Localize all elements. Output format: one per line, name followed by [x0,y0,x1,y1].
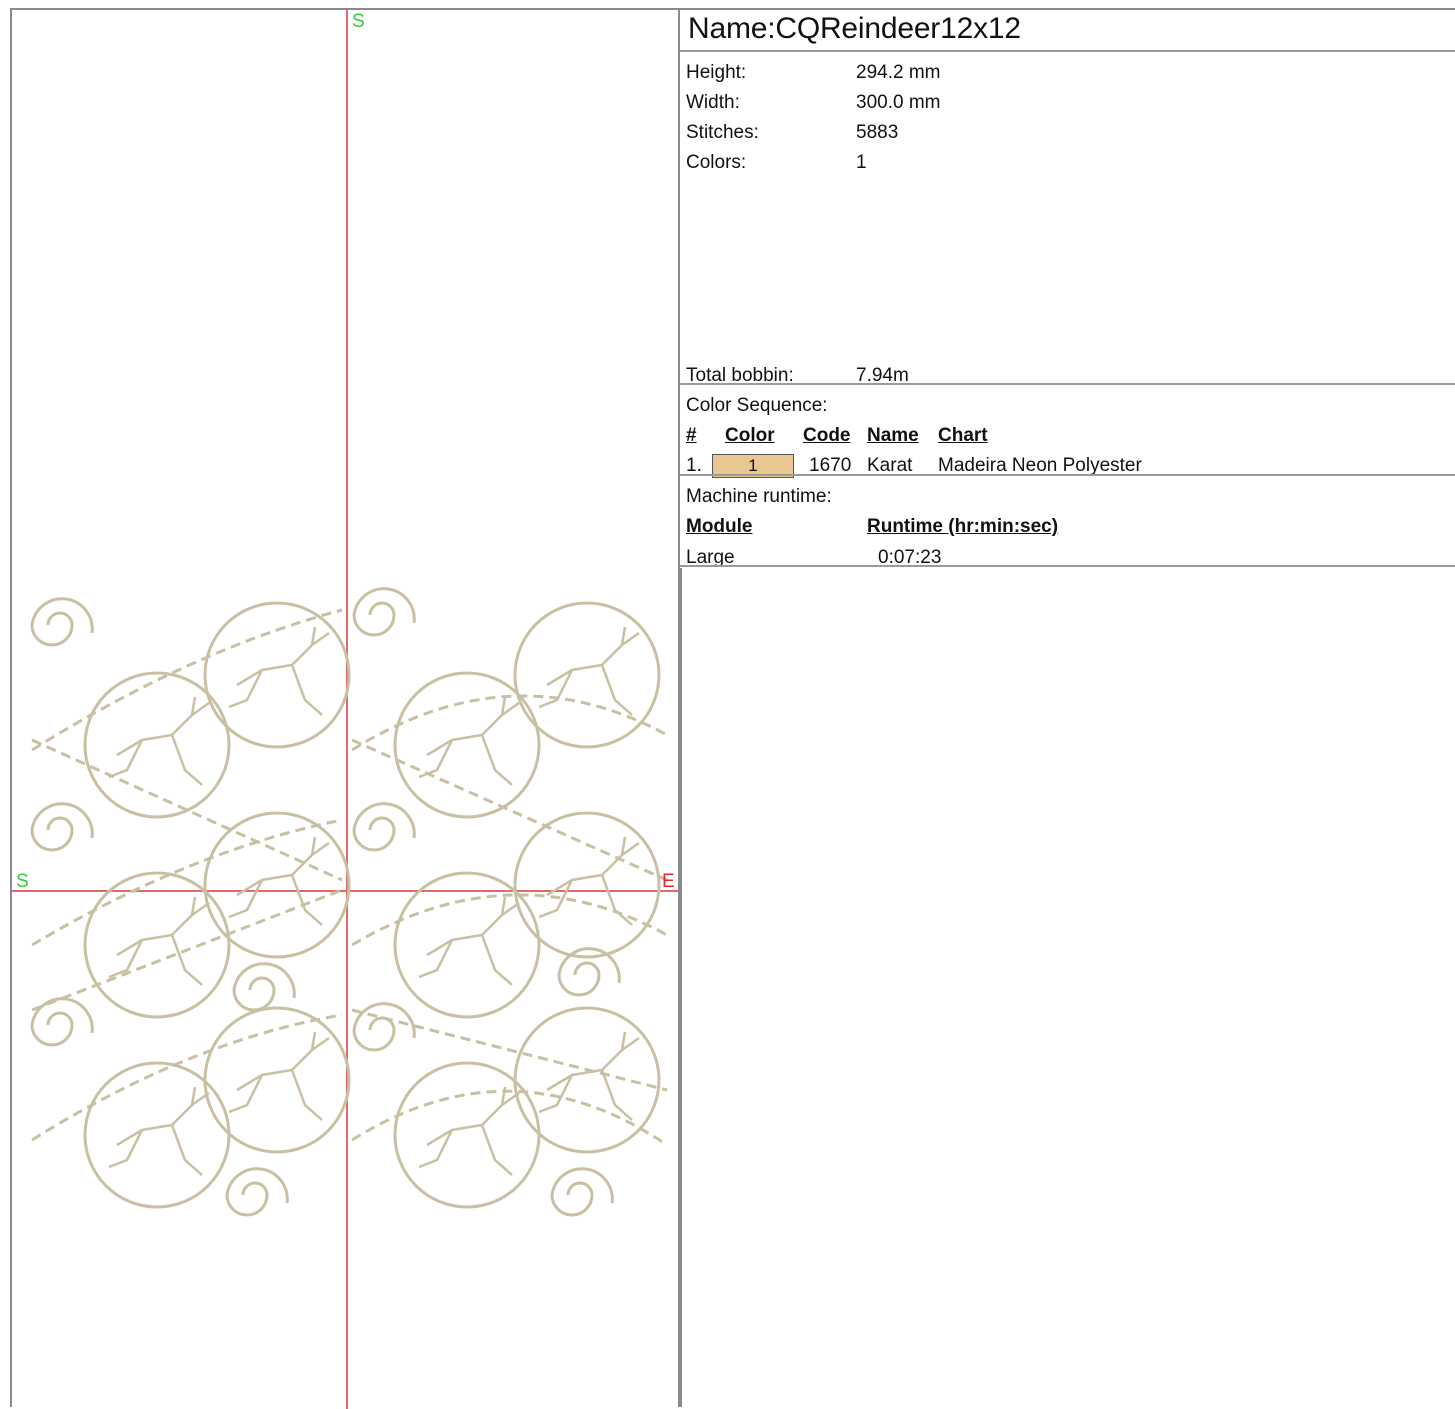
col-header-module: Module [686,516,753,537]
medallion-circle [513,811,661,959]
stat-label-height: Height: [686,62,747,83]
reindeer-motif [228,626,330,716]
reindeer-motif [108,1086,210,1176]
stat-value-stitches: 5883 [856,122,899,143]
medallion-circle [83,1061,231,1209]
scroll-spiral [30,802,94,852]
medallion-circle [393,1061,541,1209]
divider [680,474,1455,476]
reindeer-motif [418,696,520,786]
reindeer-motif [108,696,210,786]
end-marker: E [662,871,675,892]
stat-label-colors: Colors: [686,152,747,173]
reindeer-motif [418,896,520,986]
reindeer-motif [418,1086,520,1176]
scroll-spiral [352,1002,416,1052]
col-header-num: # [686,425,697,446]
stat-label-width: Width: [686,92,740,113]
reindeer-motif [228,836,330,926]
start-marker-left: S [16,871,29,892]
divider [680,565,1455,567]
reindeer-motif [538,836,640,926]
reindeer-motif [228,1031,330,1121]
runtime-heading: Machine runtime: [686,486,832,507]
col-header-runtime: Runtime (hr:min:sec) [867,516,1059,537]
col-header-color: Color [725,425,775,446]
info-panel: Name:CQReindeer12x12 Height: 294.2 mm Wi… [680,8,1455,568]
medallion-circle [203,601,351,749]
medallion-circle [513,601,661,749]
medallion-circle [83,871,231,1019]
color-sequence-heading: Color Sequence: [686,395,828,416]
medallion-circle [513,1006,661,1154]
stat-value-colors: 1 [856,152,867,173]
divider [680,50,1455,52]
col-header-code: Code [803,425,851,446]
top-border [680,8,1455,10]
panel-divider [680,568,682,1407]
reindeer-motif [108,896,210,986]
design-name: Name:CQReindeer12x12 [688,12,1021,45]
medallion-circle [203,1006,351,1154]
design-preview: S S E [10,8,680,1409]
reindeer-motif [538,626,640,716]
stat-value-height: 294.2 mm [856,62,941,83]
stat-value-width: 300.0 mm [856,92,941,113]
medallion-circle [393,871,541,1019]
embroidery-pattern [12,10,678,1409]
sweeping-curve [351,738,668,882]
scroll-spiral [352,587,416,637]
col-header-name: Name [867,425,919,446]
divider [680,383,1455,385]
scroll-spiral [30,597,94,647]
col-header-chart: Chart [938,425,988,446]
scroll-spiral [225,1167,289,1217]
scroll-spiral [352,802,416,852]
start-marker-top: S [352,11,365,32]
sweeping-curve [351,893,668,947]
scroll-spiral [550,1167,614,1217]
scroll-spiral [232,962,296,1012]
stat-label-stitches: Stitches: [686,122,759,143]
